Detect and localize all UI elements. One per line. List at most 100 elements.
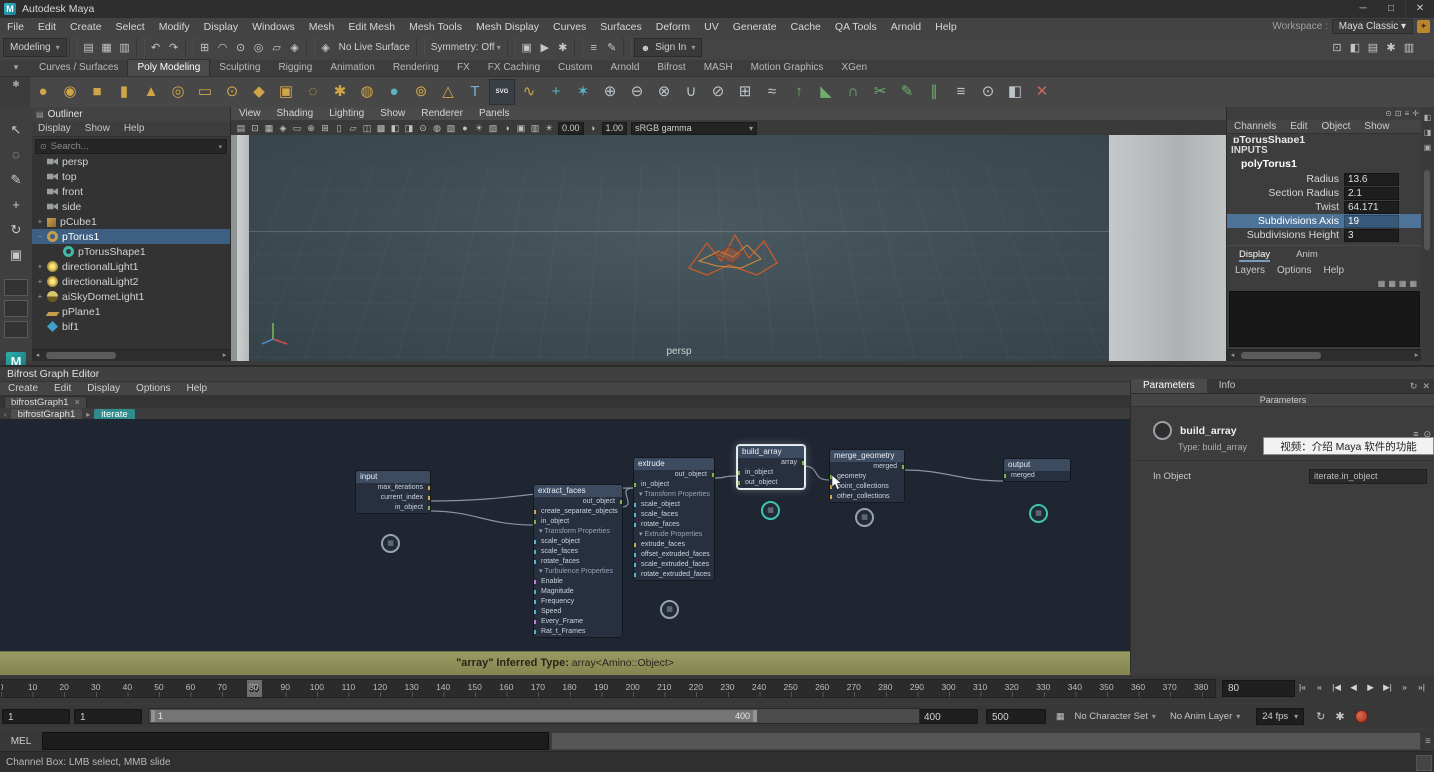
port-rat-t-frames[interactable]: Rat_t_Frames	[534, 627, 622, 637]
port-offset-extruded-faces[interactable]: offset_extruded_faces	[634, 550, 714, 560]
breadcrumb-bifrostgraph1[interactable]: bifrostGraph1	[11, 409, 83, 420]
input-node-label[interactable]: polyTorus1	[1227, 157, 1422, 172]
channel-menu-object[interactable]: Object	[1315, 120, 1358, 133]
input-port-dot[interactable]	[634, 503, 636, 507]
outliner-item-top[interactable]: top	[32, 169, 230, 184]
scene-object-wireframe[interactable]	[669, 213, 799, 293]
step-forward-key-button[interactable]: ▶|	[1379, 679, 1396, 696]
bifrost-menu-options[interactable]: Options	[128, 382, 178, 395]
graph-node-extrude[interactable]: extrudeout_objectin_object▾ Transform Pr…	[633, 457, 715, 581]
sidebar-tab-display[interactable]: Display	[1239, 249, 1270, 262]
open-scene-icon[interactable]: ▦	[98, 39, 116, 57]
time-ruler[interactable]: 80 0102030405060708090100110120130140150…	[0, 679, 1216, 698]
gate-mask-icon[interactable]: ◫	[360, 122, 374, 135]
menu-modify[interactable]: Modify	[152, 19, 197, 35]
smooth-icon[interactable]: ≈	[759, 79, 785, 105]
poly-gear-icon[interactable]: ✱	[327, 79, 353, 105]
lock-camera-icon[interactable]: ⊡	[248, 122, 262, 135]
input-port-dot[interactable]	[534, 610, 536, 614]
search-filter-arrow-icon[interactable]: ▾	[218, 143, 222, 151]
port-merged[interactable]: merged	[830, 462, 904, 472]
channel-menu-edit[interactable]: Edit	[1283, 120, 1314, 133]
live-surface-icon[interactable]: ◈	[317, 39, 335, 57]
viewport-menu-view[interactable]: View	[231, 107, 269, 120]
step-back-frame-button[interactable]: «	[1311, 679, 1328, 696]
exposure-field[interactable]: 0.00	[558, 122, 584, 135]
graph-node-build-array[interactable]: build_arrayarrayin_objectout_object	[737, 445, 805, 489]
playback-loop-icon[interactable]: ↻	[1316, 710, 1325, 723]
symmetry-dropdown[interactable]: Symmetry: Off ▾	[427, 42, 505, 53]
input-port-dot[interactable]	[738, 481, 740, 485]
channel-attribute-subdivisions-axis[interactable]: Subdivisions Axis19	[1227, 214, 1422, 228]
input-port-dot[interactable]	[534, 580, 536, 584]
layer-menu-layers[interactable]: Layers	[1231, 265, 1269, 276]
input-port-dot[interactable]	[534, 590, 536, 594]
menu-surfaces[interactable]: Surfaces	[593, 19, 648, 35]
layer-menu-options[interactable]: Options	[1273, 265, 1315, 276]
port-other-collections[interactable]: other_collections	[830, 492, 904, 502]
outliner-item-directionallight2[interactable]: +directionalLight2	[32, 274, 230, 289]
lasso-select-tool[interactable]: ◌	[0, 142, 32, 167]
poly-sphere-icon[interactable]: ●	[30, 79, 56, 105]
viewport-menu-show[interactable]: Show	[372, 107, 413, 120]
range-slider-track[interactable]: 1 400	[148, 708, 920, 724]
parameters-tab-parameters[interactable]: Parameters	[1131, 379, 1207, 393]
viewport-menu-renderer[interactable]: Renderer	[413, 107, 471, 120]
port-in-object[interactable]: in_object	[634, 480, 714, 490]
scroll-thumb[interactable]	[1241, 352, 1321, 359]
boolean-intersection-icon[interactable]: ⊗	[651, 79, 677, 105]
poly-smooth-sphere-icon[interactable]: ◉	[57, 79, 83, 105]
port-enable[interactable]: Enable	[534, 577, 622, 587]
platonic-solid-icon[interactable]: ◆	[246, 79, 272, 105]
expander-icon[interactable]: +	[34, 262, 46, 271]
render-view-icon[interactable]: ▣	[518, 39, 536, 57]
move-tool[interactable]: +	[0, 192, 32, 217]
port-scale-faces[interactable]: scale_faces	[534, 547, 622, 557]
input-port-dot[interactable]	[634, 563, 636, 567]
snap-projected-center-icon[interactable]: ◎	[250, 39, 268, 57]
attribute-editor-icon[interactable]: ▤	[1364, 39, 1382, 57]
resize-grip[interactable]	[1416, 755, 1432, 771]
port-scale-object[interactable]: scale_object	[534, 537, 622, 547]
input-port-dot[interactable]	[534, 600, 536, 604]
play-forwards-button[interactable]: ▶	[1362, 679, 1379, 696]
shelf-menu-icon[interactable]: ▾	[14, 62, 19, 73]
outliner-item-directionallight1[interactable]: +directionalLight1	[32, 259, 230, 274]
modeling-toolkit-icon[interactable]: ⊡	[1328, 39, 1346, 57]
workspace-value[interactable]: Maya Classic ▾	[1332, 19, 1413, 34]
tab-close-icon[interactable]: ×	[75, 397, 80, 408]
output-port-dot[interactable]	[802, 461, 804, 465]
bifrost-graph-tab[interactable]: bifrostGraph1 ×	[4, 396, 87, 408]
current-frame-field[interactable]: 80	[1222, 680, 1295, 697]
animation-pre ferences-icon[interactable]: ✱	[1335, 710, 1344, 723]
layer-list[interactable]	[1229, 291, 1420, 347]
channel-attribute-radius[interactable]: Radius13.6	[1227, 172, 1422, 186]
character-set-dropdown[interactable]: No Character Set ▾	[1075, 711, 1156, 722]
channel-menu-show[interactable]: Show	[1357, 120, 1396, 133]
menu-display[interactable]: Display	[197, 19, 245, 35]
perspective-view[interactable]: persp	[249, 135, 1109, 361]
shelf-tab-sculpting[interactable]: Sculpting	[210, 60, 269, 76]
command-input[interactable]	[42, 732, 549, 750]
range-end-handle[interactable]	[753, 710, 757, 722]
scroll-right-icon[interactable]: ▸	[219, 350, 230, 361]
node-watchpoint-input[interactable]: ▦	[381, 534, 400, 553]
connection-wire[interactable]	[429, 511, 533, 525]
textured-icon[interactable]: ▥	[528, 122, 542, 135]
viewport-menu-shading[interactable]: Shading	[269, 107, 322, 120]
save-scene-icon[interactable]: ▥	[116, 39, 134, 57]
image-plane-icon[interactable]: ▭	[290, 122, 304, 135]
shelf-tab-curves-surfaces[interactable]: Curves / Surfaces	[30, 60, 127, 76]
animation-start-field[interactable]: 1	[2, 709, 70, 724]
close-button[interactable]: ✕	[1405, 0, 1434, 18]
script-editor-icon[interactable]: ≡	[1425, 736, 1431, 747]
port-in-object[interactable]: in_object	[738, 468, 804, 478]
separate-icon[interactable]: ⊘	[705, 79, 731, 105]
toggle-tool-settings-icon[interactable]: ▣	[1424, 143, 1432, 152]
render-settings-icon[interactable]: ✱	[554, 39, 572, 57]
input-port-dot[interactable]	[634, 573, 636, 577]
outliner-item-bif1[interactable]: bif1	[32, 319, 230, 334]
outliner-item-persp[interactable]: persp	[32, 154, 230, 169]
back-icon[interactable]: ‹	[4, 410, 7, 419]
graph-node-extract-faces[interactable]: extract_facesout_objectcreate_separate_o…	[533, 484, 623, 638]
